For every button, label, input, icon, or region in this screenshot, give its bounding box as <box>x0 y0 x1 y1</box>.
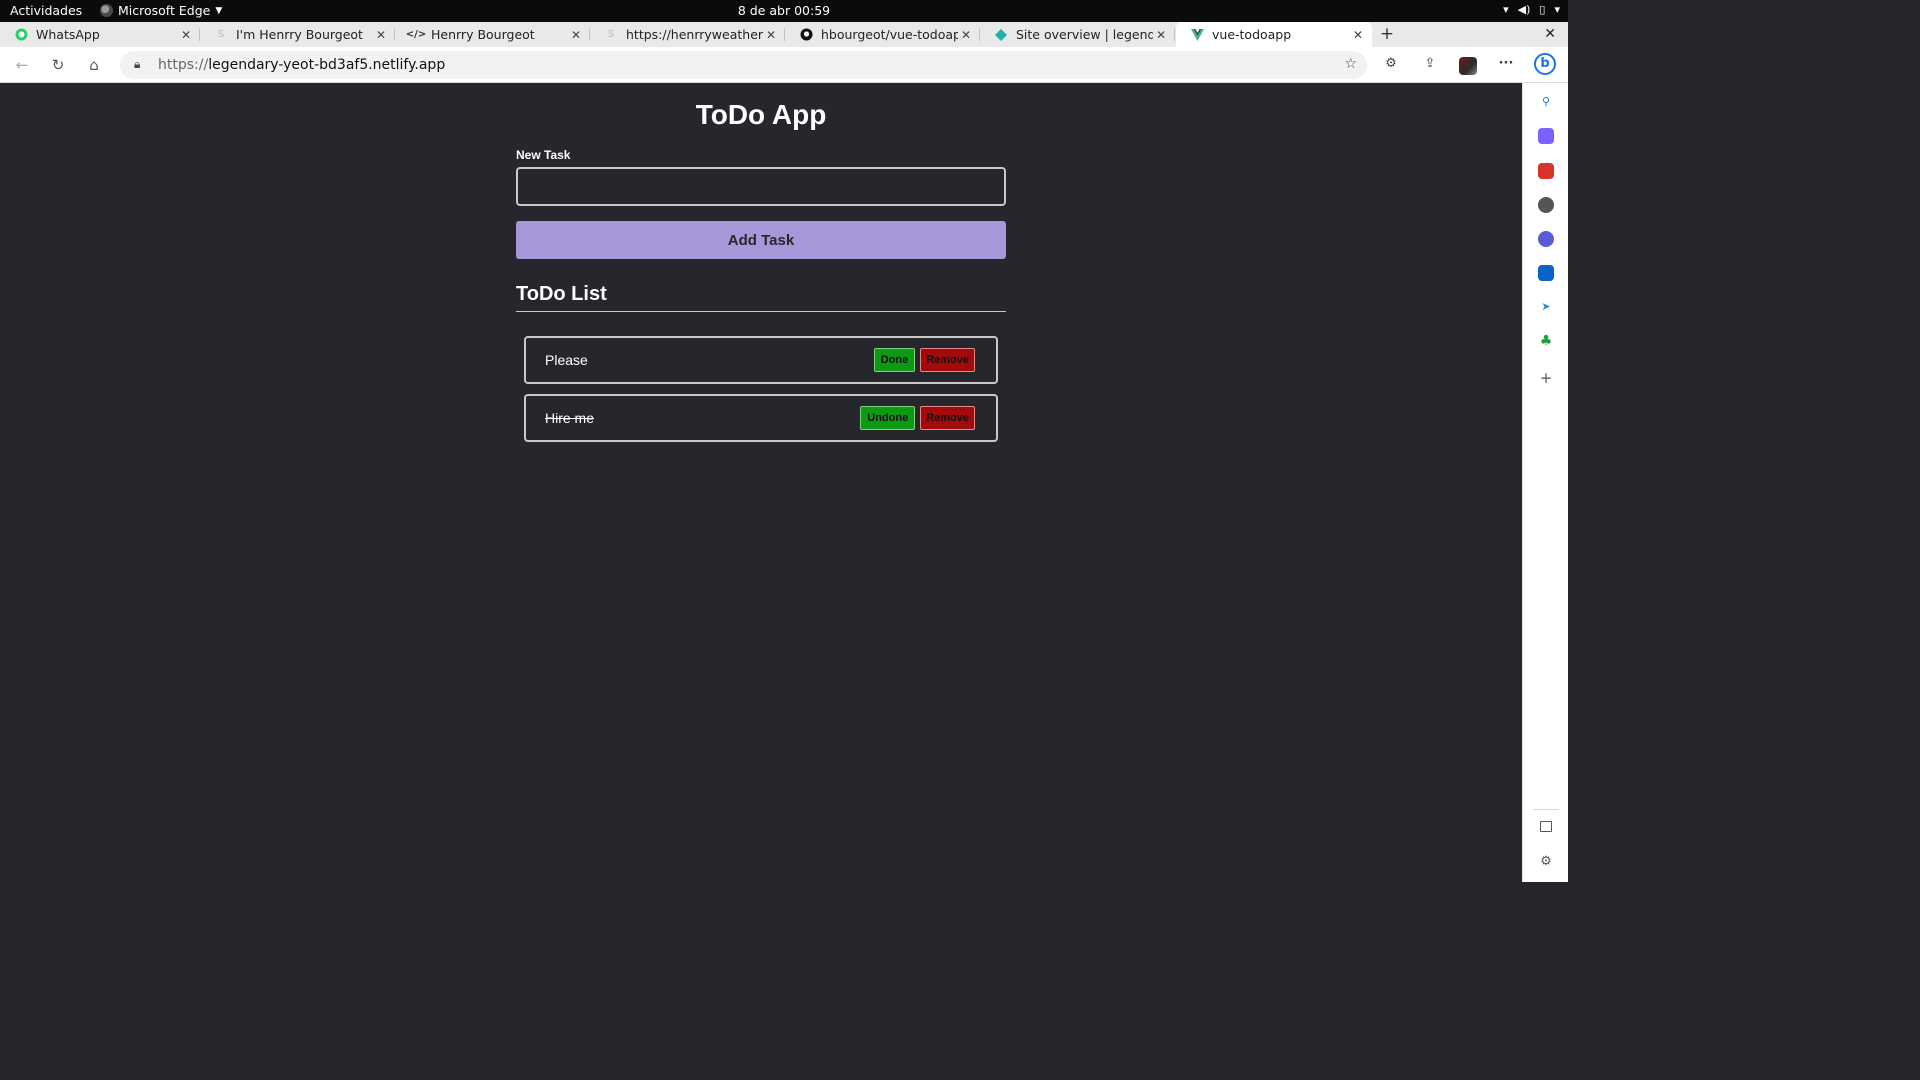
todo-text-completed: Hire me <box>545 410 595 426</box>
close-icon[interactable]: ✕ <box>373 28 389 42</box>
tab-github[interactable]: hbourgeot/vue-todoapp ✕ <box>785 22 980 47</box>
new-task-label: New Task <box>516 148 571 162</box>
back-icon[interactable]: ← <box>12 55 32 75</box>
close-icon[interactable]: ✕ <box>568 28 584 42</box>
shopping-tag-icon[interactable] <box>1538 128 1554 144</box>
favorite-star-icon[interactable]: ☆ <box>1344 56 1357 72</box>
bing-chat-icon[interactable]: b <box>1534 53 1556 75</box>
tab-whatsapp[interactable]: WhatsApp ✕ <box>0 22 200 47</box>
tab-portfolio[interactable]: S I'm Henrry Bourgeot ✕ <box>200 22 395 47</box>
netlify-diamond-icon <box>994 28 1008 42</box>
page-viewport: ToDo App New Task Add Task ToDo List Ple… <box>0 83 1522 882</box>
tab-title: WhatsApp <box>36 27 100 42</box>
battery-icon: ▯ <box>1539 3 1546 16</box>
done-button[interactable]: Done <box>873 348 916 372</box>
extensions-icon[interactable]: ⚙ <box>1381 56 1401 74</box>
sidebar-divider <box>1533 809 1559 810</box>
list-title: ToDo List <box>516 283 607 305</box>
close-icon[interactable]: ✕ <box>178 28 194 42</box>
clock[interactable]: 8 de abr 00:59 <box>0 3 1568 18</box>
tab-strip: WhatsApp ✕ S I'm Henrry Bourgeot ✕ </> H… <box>0 22 1568 47</box>
todo-item: Hire me Undone Remove <box>524 394 998 442</box>
search-icon[interactable]: ⚲ <box>1538 94 1554 110</box>
tools-icon[interactable] <box>1538 163 1554 179</box>
todo-actions: Undone Remove <box>860 406 975 430</box>
navigation-bar: ← ↻ ⌂ 🔒︎ https://legendary-yeot-bd3af5.n… <box>0 47 1568 83</box>
new-task-input[interactable] <box>516 167 1006 206</box>
todo-text: Please <box>545 352 588 368</box>
close-icon[interactable]: ✕ <box>763 28 779 42</box>
close-icon[interactable]: ✕ <box>1153 28 1169 42</box>
home-icon[interactable]: ⌂ <box>84 55 104 75</box>
outlook-icon[interactable] <box>1538 265 1554 281</box>
settings-gear-icon[interactable]: ⚙ <box>1538 854 1554 870</box>
tab-title: Site overview | legendary- <box>1016 27 1153 42</box>
add-icon[interactable]: + <box>1538 370 1554 386</box>
send-icon[interactable]: ➤ <box>1538 299 1554 315</box>
tab-title: vue-todoapp <box>1212 27 1292 42</box>
wifi-icon: ▾ <box>1503 3 1509 16</box>
tab-title: hbourgeot/vue-todoapp <box>821 27 958 42</box>
system-top-bar: Actividades Microsoft Edge ▼ 8 de abr 00… <box>0 0 1568 22</box>
close-icon[interactable]: ✕ <box>1350 28 1366 42</box>
refresh-icon[interactable]: ↻ <box>48 55 68 75</box>
netlify-icon: S <box>607 29 615 40</box>
remove-button[interactable]: Remove <box>920 406 975 430</box>
vue-icon <box>1190 28 1204 42</box>
tab-separator <box>1174 28 1175 41</box>
close-window-icon[interactable]: ✕ <box>1544 22 1556 47</box>
tab-code[interactable]: </> Henrry Bourgeot ✕ <box>395 22 590 47</box>
tree-icon[interactable]: ♣ <box>1538 333 1554 349</box>
office-icon[interactable] <box>1538 231 1554 247</box>
tab-weather[interactable]: S https://henrryweather.ne ✕ <box>590 22 785 47</box>
more-options-icon[interactable]: ··· <box>1496 56 1516 74</box>
tab-title: Henrry Bourgeot <box>431 27 535 42</box>
chevron-down-icon: ▾ <box>1554 3 1560 16</box>
profile-avatar[interactable] <box>1459 57 1477 75</box>
url-host: legendary-yeot-bd3af5.netlify.app <box>208 57 446 73</box>
todo-item: Please Done Remove <box>524 336 998 384</box>
games-icon[interactable] <box>1538 197 1554 213</box>
system-tray[interactable]: ▾ ◀) ▯ ▾ <box>1503 3 1560 16</box>
edge-sidebar: ⚲ ➤ ♣ + ⚙ <box>1522 83 1568 882</box>
netlify-icon: S <box>217 29 225 40</box>
github-icon <box>799 28 813 42</box>
tab-netlify-site[interactable]: Site overview | legendary- ✕ <box>980 22 1175 47</box>
address-bar[interactable]: 🔒︎ https://legendary-yeot-bd3af5.netlify… <box>120 51 1367 79</box>
volume-icon: ◀) <box>1517 3 1531 16</box>
code-icon: </> <box>405 29 427 40</box>
tab-vue-todoapp[interactable]: vue-todoapp ✕ <box>1176 22 1372 47</box>
share-icon[interactable]: ⇪ <box>1420 56 1440 74</box>
new-tab-button[interactable]: + <box>1378 22 1396 47</box>
add-task-button[interactable]: Add Task <box>516 221 1006 259</box>
sidebar-toggle-icon[interactable] <box>1540 821 1552 832</box>
tab-title: I'm Henrry Bourgeot <box>236 27 363 42</box>
list-divider <box>516 311 1006 312</box>
close-icon[interactable]: ✕ <box>958 28 974 42</box>
remove-button[interactable]: Remove <box>920 348 975 372</box>
todo-actions: Done Remove <box>873 348 975 372</box>
url-text[interactable]: https://legendary-yeot-bd3af5.netlify.ap… <box>158 57 445 73</box>
url-scheme: https:// <box>158 57 209 73</box>
tab-title: https://henrryweather.ne <box>626 27 763 42</box>
undone-button[interactable]: Undone <box>860 406 916 430</box>
whatsapp-icon <box>14 28 28 42</box>
lock-icon[interactable]: 🔒︎ <box>134 57 140 72</box>
page-title: ToDo App <box>695 99 827 130</box>
